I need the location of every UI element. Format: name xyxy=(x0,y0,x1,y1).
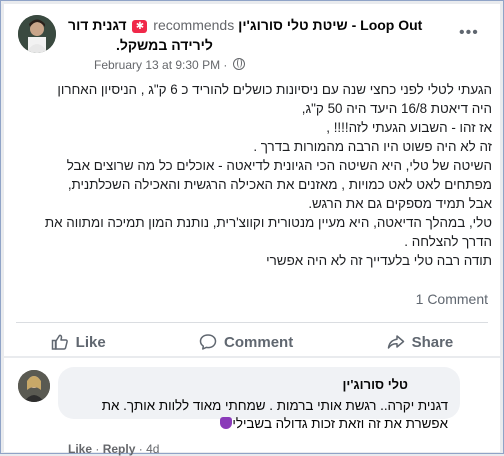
comment-line: דגנית יקרה.. רגשת אותי ברמות . שמחתי מאו… xyxy=(101,398,448,413)
thumbs-up-icon xyxy=(51,334,68,350)
post-body-line: השיטה של טלי, היא השיטה הכי הגיונית לדיא… xyxy=(66,158,492,173)
share-label: Share xyxy=(411,333,454,351)
purple-heart-icon xyxy=(220,417,233,429)
comments-count-link[interactable]: 1 Comment xyxy=(416,291,488,307)
author-avatar[interactable] xyxy=(18,15,56,53)
recommends-label: recommends xyxy=(153,17,235,33)
post-body-line: אבל תמיד מספקים גם את הרגש. xyxy=(308,196,492,211)
comment-text: דגנית יקרה.. רגשת אותי ברמות . שמחתי מאו… xyxy=(58,397,448,433)
post-body-line: היה דיאטת 16/8 היעד היה 50 ק"ג, xyxy=(301,101,492,116)
post-body-line: הגעתי לטלי לפני כחצי שנה עם ניסיונות כוש… xyxy=(57,82,492,97)
post-body-line: אז זהו - השבוע הגעתי לזה!!!! , xyxy=(326,120,492,135)
screenshot-frame: דגנית דור ✱ recommends שיטת טלי סורוג'ין… xyxy=(0,0,504,456)
comment-line-text: אפשרת את זה וזאת זכות גדולה בשבילי xyxy=(232,416,448,431)
commenter-avatar[interactable] xyxy=(18,370,50,402)
post-body-line: מפתחים לאט לאט כמויות , מאזנים את האכילה… xyxy=(67,177,492,192)
comment-label: Comment xyxy=(224,333,294,351)
commenter-name[interactable]: טלי סורוג'ין xyxy=(343,377,409,392)
meta-separator: · xyxy=(223,58,228,72)
post-body-line: הדרך להצלחה . xyxy=(404,234,492,249)
page-name[interactable]: שיטת טלי סורוג'ין - Loop Out xyxy=(238,17,422,33)
comment-icon xyxy=(199,334,217,350)
more-options-icon[interactable]: ••• xyxy=(459,24,479,42)
post-body-line: תודה רבה טלי בלעדייך זה לא היה אפשרי xyxy=(266,253,492,268)
post-body-line: זה לא היה פשוט היו הרבה מהמורות בדרך . xyxy=(253,139,492,154)
page-name-line2[interactable]: לירידה במשקל. xyxy=(116,37,213,53)
comment-button[interactable]: Comment xyxy=(199,333,293,351)
post-header-line: דגנית דור ✱ recommends שיטת טלי סורוג'ין… xyxy=(68,17,448,37)
comments-section: טלי סורוג'ין דגנית יקרה.. רגשת אותי ברמו… xyxy=(4,358,500,456)
like-label: Like xyxy=(75,333,106,351)
recommend-badge-icon: ✱ xyxy=(132,20,148,33)
post-date[interactable]: February 13 at 9:30 PM xyxy=(94,58,220,72)
post-card: דגנית דור ✱ recommends שיטת טלי סורוג'ין… xyxy=(4,4,500,356)
like-button[interactable]: Like xyxy=(51,333,106,351)
comment-line: אפשרת את זה וזאת זכות גדולה בשבילי xyxy=(58,415,448,433)
post-body-line: טלי, במהלך הדיאטה, היא מעיין מנטורית וקו… xyxy=(44,215,492,230)
share-arrow-icon xyxy=(387,335,404,349)
actions-divider xyxy=(16,322,488,323)
globe-icon xyxy=(232,58,245,70)
post-meta: February 13 at 9:30 PM · xyxy=(94,58,245,72)
post-body: הגעתי לטלי לפני כחצי שנה עם ניסיונות כוש… xyxy=(14,80,492,270)
share-button[interactable]: Share xyxy=(387,333,454,351)
post-actions-bar: Like Comment Share xyxy=(4,326,500,358)
comment-bubble: טלי סורוג'ין דגנית יקרה.. רגשת אותי ברמו… xyxy=(58,367,460,431)
author-name[interactable]: דגנית דור xyxy=(68,17,127,33)
